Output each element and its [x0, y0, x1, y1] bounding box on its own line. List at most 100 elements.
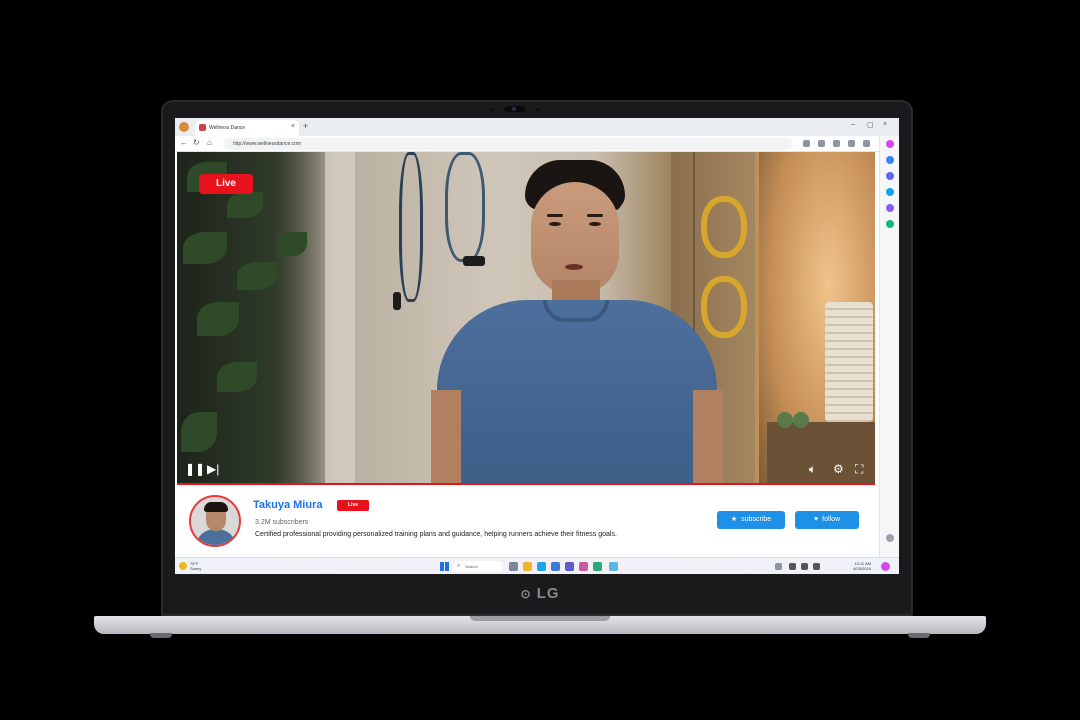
avatar[interactable] [189, 495, 241, 547]
channel-info: Takuya Miura Live 3.2M subscribers Certi… [177, 485, 877, 557]
url-field[interactable]: http://www.wellnessdance.com [223, 138, 793, 150]
plant-leaf [181, 412, 217, 452]
subscribe-label: subscribe [741, 516, 772, 523]
instructor [417, 160, 737, 485]
channel-name[interactable]: Takuya Miura [253, 499, 323, 511]
games-icon[interactable] [886, 204, 894, 212]
background-door [325, 152, 355, 485]
star-icon: ★ [730, 516, 738, 523]
camera-sensor [490, 108, 493, 111]
store-icon[interactable] [551, 562, 560, 571]
next-icon[interactable]: ▶| [207, 462, 219, 476]
live-badge: Live [199, 174, 253, 194]
app-icon[interactable] [593, 562, 602, 571]
brand-logo: ⊙ LG [520, 585, 560, 602]
live-badge-small: Live [337, 500, 369, 511]
clock-date: 6/25/2024 [853, 566, 871, 571]
speaker-icon[interactable] [801, 563, 808, 570]
search-icon: ⌕ [457, 563, 461, 569]
laptop-foot [150, 633, 172, 638]
band-handle [393, 292, 401, 310]
settings-gear-icon[interactable]: ⚙︎ [833, 462, 844, 476]
laptop-notch [470, 616, 610, 621]
wifi-icon[interactable] [789, 563, 796, 570]
follow-label: follow [822, 516, 841, 523]
edge-icon[interactable] [537, 562, 546, 571]
fullscreen-icon[interactable]: ⛶ [855, 462, 863, 476]
menu-icon[interactable] [863, 140, 870, 147]
plant-leaf [227, 192, 263, 218]
new-tab-icon[interactable]: + [303, 121, 308, 131]
profile-icon[interactable] [179, 122, 189, 132]
plant-leaf [237, 262, 277, 290]
volume-icon[interactable]: 🔈︎ [809, 462, 816, 476]
sidebar-settings-icon[interactable] [886, 534, 894, 542]
weather-widget[interactable]: 78°F Sunny [190, 561, 201, 571]
laptop-foot [908, 633, 930, 638]
dumbbell [777, 412, 793, 428]
favorites-icon[interactable] [818, 140, 825, 147]
copilot-icon[interactable] [886, 140, 894, 148]
collections-icon[interactable] [833, 140, 840, 147]
rolled-mat [825, 302, 873, 422]
app-icon[interactable] [609, 562, 618, 571]
avatar-hair [204, 502, 228, 512]
pause-icon[interactable]: ❚❚ [185, 462, 205, 476]
weather-text: Sunny [190, 566, 202, 571]
eyebrow [547, 214, 563, 217]
shopping-icon[interactable] [886, 172, 894, 180]
address-bar: ← ↻ ⌂ http://www.wellnessdance.com [175, 136, 899, 152]
instructor-arm [693, 390, 723, 485]
plant-leaf [197, 302, 239, 336]
mouth [565, 264, 583, 270]
close-tab-icon[interactable]: × [291, 123, 295, 130]
laptop-screen: Wellness Dance × + – ▢ × ← ↻ ⌂ http://ww… [175, 118, 899, 574]
taskbar-search[interactable]: ⌕ Search [453, 561, 503, 572]
browser-tab-bar: Wellness Dance × + – ▢ × [175, 118, 899, 136]
copilot-taskbar-icon[interactable] [881, 562, 890, 571]
subscriber-count: 3.2M subscribers [255, 519, 309, 526]
read-aloud-icon[interactable] [803, 140, 810, 147]
avatar-body [195, 529, 237, 545]
taskbar: 78°F Sunny ⌕ Search 10:11 AM 6/25/2024 [175, 557, 899, 574]
eyebrow [587, 214, 603, 217]
eye [549, 222, 561, 226]
taskbar-clock[interactable]: 10:11 AM 6/25/2024 [845, 561, 871, 571]
weather-icon [179, 562, 187, 570]
tray-chevron-icon[interactable] [775, 563, 782, 570]
plant-leaf [217, 362, 257, 392]
search-sidebar-icon[interactable] [886, 156, 894, 164]
refresh-icon[interactable]: ↻ [193, 138, 200, 147]
search-placeholder: Search [465, 564, 478, 569]
webcam [504, 106, 526, 112]
maximize-icon[interactable]: ▢ [867, 121, 874, 129]
heart-icon: ♥ [813, 516, 819, 523]
instructor-arm [431, 390, 461, 485]
site-favicon-icon [199, 124, 206, 131]
close-window-icon[interactable]: × [883, 121, 887, 128]
office-icon[interactable] [886, 220, 894, 228]
minimize-icon[interactable]: – [851, 121, 855, 128]
browser-tab[interactable]: Wellness Dance × [195, 120, 299, 136]
tools-icon[interactable] [886, 188, 894, 196]
dumbbell [793, 412, 809, 428]
eye [589, 222, 601, 226]
extensions-icon[interactable] [848, 140, 855, 147]
tab-title: Wellness Dance [209, 125, 246, 131]
file-explorer-icon[interactable] [523, 562, 532, 571]
follow-button[interactable]: ♥ follow [795, 511, 859, 529]
video-player[interactable]: Live ❚❚ ▶| 🔈︎ ⚙︎ ⛶ [177, 152, 875, 485]
camera-sensor [536, 108, 539, 111]
windows-start-icon[interactable] [440, 562, 449, 571]
photos-icon[interactable] [579, 562, 588, 571]
task-view-icon[interactable] [509, 562, 518, 571]
home-icon[interactable]: ⌂ [207, 138, 212, 147]
plant-leaf [277, 232, 307, 256]
teams-icon[interactable] [565, 562, 574, 571]
instructor-shirt [437, 300, 717, 485]
browser-sidebar [879, 136, 899, 557]
subscribe-button[interactable]: ★ subscribe [717, 511, 785, 529]
channel-description: Certified professional providing persona… [255, 531, 617, 538]
back-icon[interactable]: ← [180, 138, 188, 147]
battery-icon[interactable] [813, 563, 820, 570]
